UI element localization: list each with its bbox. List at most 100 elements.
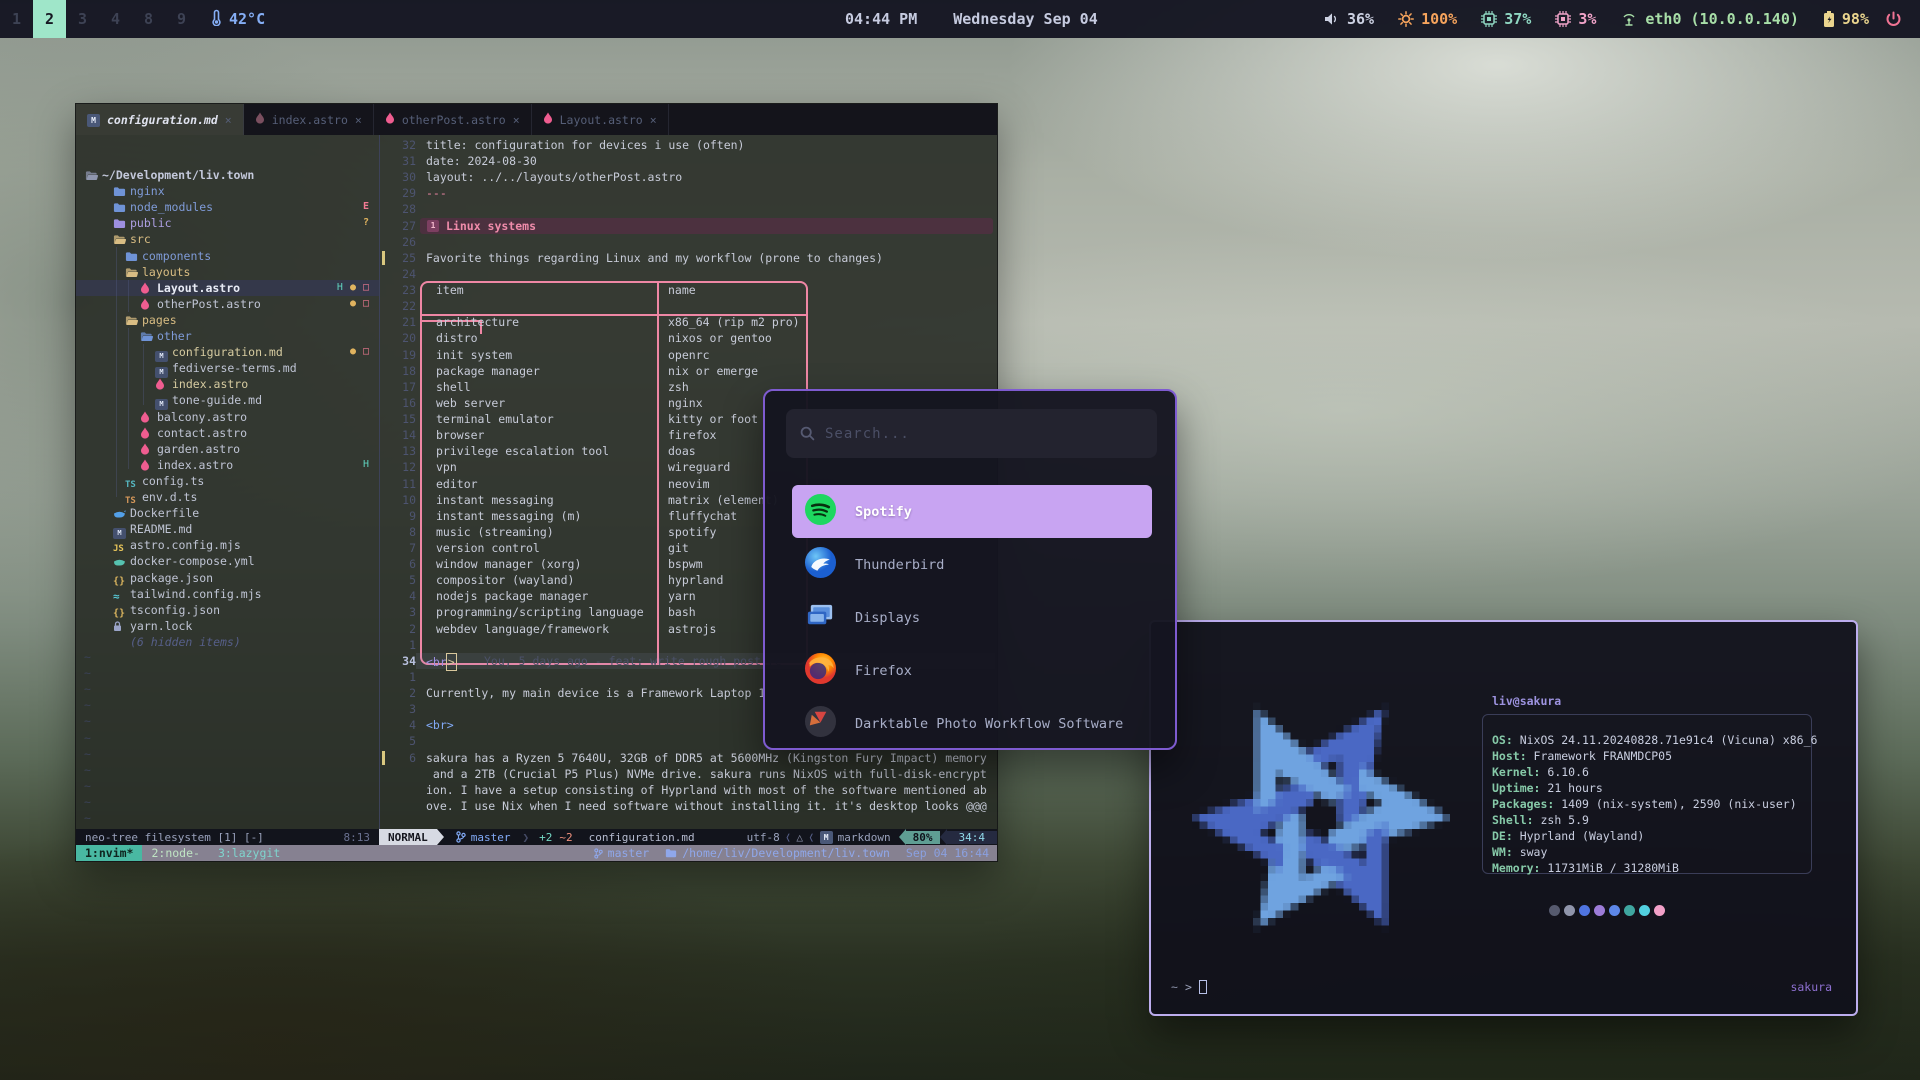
fetch-key: OS: xyxy=(1492,733,1513,747)
power-button[interactable] xyxy=(1885,11,1902,28)
line-number: 31 xyxy=(380,153,416,169)
fetch-row-uptime: Uptime: 21 hours xyxy=(1492,781,1848,795)
darktable-icon xyxy=(804,705,837,742)
tree-item-env.d.ts[interactable]: TSenv.d.ts xyxy=(76,489,379,505)
workspace-9[interactable]: 9 xyxy=(165,0,198,38)
fetch-title: liv@sakura xyxy=(1492,694,1561,708)
tree-item-dockercompose.yml[interactable]: docker-compose.yml xyxy=(76,553,379,569)
volume-icon xyxy=(1324,12,1340,26)
tab-close-icon[interactable]: × xyxy=(513,113,520,127)
editor-line: 29--- xyxy=(380,185,997,201)
line-number: 30 xyxy=(380,169,416,185)
launcher-item-displays[interactable]: Displays xyxy=(792,591,1152,644)
statusline-percent: 80% xyxy=(906,831,940,844)
git-blame-text: You, 5 days ago - feat: write rough post… xyxy=(484,653,782,669)
tree-item-yarn.lock[interactable]: yarn.lock xyxy=(76,618,379,634)
search-input[interactable]: Search... xyxy=(786,409,1157,458)
tree-item-layouts[interactable]: layouts xyxy=(76,264,379,280)
tree-item-config.ts[interactable]: TSconfig.ts xyxy=(76,473,379,489)
separator: ❬ xyxy=(780,831,797,844)
workspace-2[interactable]: 2 xyxy=(33,0,66,38)
tree-item-pages[interactable]: pages xyxy=(76,312,379,328)
table-cell: version control xyxy=(436,540,540,556)
tree-item-label: package.json xyxy=(130,570,213,586)
tree-item-components[interactable]: components xyxy=(76,248,379,264)
tree-item-garden.astro[interactable]: garden.astro xyxy=(76,441,379,457)
tree-item-otherPost.astro[interactable]: otherPost.astro●□ xyxy=(76,296,379,312)
prompt-char: > xyxy=(1185,980,1192,994)
tree-item-nginx[interactable]: nginx xyxy=(76,183,379,199)
empty-line-tilde: ~ xyxy=(84,666,91,680)
tree-item-label: pages xyxy=(142,312,177,328)
launcher-item-spotify[interactable]: Spotify xyxy=(792,485,1152,538)
color-dot xyxy=(1639,905,1650,916)
workspace-1[interactable]: 1 xyxy=(0,0,33,38)
tab-configuration.md[interactable]: Mconfiguration.md× xyxy=(76,104,244,135)
table-cell: neovim xyxy=(668,476,710,492)
tree-item-public[interactable]: public? xyxy=(76,215,379,231)
tmux-window-2:node-[interactable]: 2:node- xyxy=(142,845,208,861)
tmux-window-1:nvim*[interactable]: 1:nvim* xyxy=(76,845,142,861)
tree-item-6hiddenitems[interactable]: (6 hidden items) xyxy=(76,634,379,650)
tree-item-label: balcony.astro xyxy=(157,409,247,425)
table-cell: terminal emulator xyxy=(436,411,554,427)
tmux-window-3:lazygit[interactable]: 3:lazygit xyxy=(209,845,289,861)
table-cell: distro xyxy=(436,330,478,346)
tree-item-package.json[interactable]: {}package.json xyxy=(76,570,379,586)
window-title: sakura xyxy=(1790,980,1832,994)
launcher-item-thunderbird[interactable]: Thunderbird xyxy=(792,538,1152,591)
tree-item-contact.astro[interactable]: contact.astro xyxy=(76,425,379,441)
tab-close-icon[interactable]: × xyxy=(650,113,657,127)
module-value: eth0 (10.0.0.140) xyxy=(1645,10,1799,28)
workspace-8[interactable]: 8 xyxy=(132,0,165,38)
tree-item-README.md[interactable]: MREADME.md xyxy=(76,521,379,537)
buffer-text: title: configuration for devices i use (… xyxy=(426,137,745,153)
tree-item-balcony.astro[interactable]: balcony.astro xyxy=(76,409,379,425)
clock-time: 04:44 PM xyxy=(845,10,917,28)
tree-item-astro.config.mjs[interactable]: JSastro.config.mjs xyxy=(76,537,379,553)
fetch-row-wm: WM: sway xyxy=(1492,845,1848,859)
tree-item-index.astro[interactable]: index.astroH xyxy=(76,457,379,473)
tree-item-tailwind.config.mjs[interactable]: ≈tailwind.config.mjs xyxy=(76,586,379,602)
spotify-icon xyxy=(804,493,837,530)
tree-item-label: ~/Development/liv.town xyxy=(102,167,254,183)
buffer-text: ion. I have a setup consisting of Hyprla… xyxy=(426,782,987,798)
tab-index.astro[interactable]: index.astro× xyxy=(244,104,374,135)
tree-item-toneguide.md[interactable]: Mtone-guide.md xyxy=(76,392,379,408)
tree-item-Developmentliv.town[interactable]: ~/Development/liv.town xyxy=(76,167,379,183)
tree-item-Dockerfile[interactable]: Dockerfile xyxy=(76,505,379,521)
tree-item-nodemodules[interactable]: node_modulesE xyxy=(76,199,379,215)
tree-item-other[interactable]: other xyxy=(76,328,379,344)
tab-close-icon[interactable]: × xyxy=(355,113,362,127)
table-cell: wireguard xyxy=(668,459,730,475)
powerline-arrow xyxy=(940,829,947,845)
indent-guide xyxy=(143,344,144,405)
table-cell: zsh xyxy=(668,379,689,395)
tab-close-icon[interactable]: × xyxy=(225,113,232,127)
color-dot xyxy=(1564,905,1575,916)
tree-item-tsconfig.json[interactable]: {}tsconfig.json xyxy=(76,602,379,618)
buffer-text: <br> xyxy=(426,717,454,733)
file-tree: ~/Development/liv.townnginxnode_modulesE… xyxy=(76,135,379,829)
tab-Layout.astro[interactable]: Layout.astro× xyxy=(532,104,669,135)
launcher-item-firefox[interactable]: Firefox xyxy=(792,644,1152,697)
tab-label: configuration.md xyxy=(107,113,218,127)
tree-item-fediverseterms.md[interactable]: Mfediverse-terms.md xyxy=(76,360,379,376)
table-cell: shell xyxy=(436,379,471,395)
tree-item-label: env.d.ts xyxy=(142,489,197,505)
tree-item-configuration.md[interactable]: Mconfiguration.md●□ xyxy=(76,344,379,360)
tree-item-Layout.astro[interactable]: Layout.astroH●□ xyxy=(76,280,379,296)
table-cell: fluffychat xyxy=(668,508,737,524)
tab-otherPost.astro[interactable]: otherPost.astro× xyxy=(374,104,532,135)
tree-item-index.astro[interactable]: index.astro xyxy=(76,376,379,392)
gitsigns-change-mark xyxy=(382,751,385,765)
statusline-encoding: utf-8 xyxy=(747,831,780,844)
workspace-3[interactable]: 3 xyxy=(66,0,99,38)
table-cell: webdev language/framework xyxy=(436,621,609,637)
launcher-item-darktable[interactable]: Darktable Photo Workflow Software xyxy=(792,697,1152,750)
workspace-4[interactable]: 4 xyxy=(99,0,132,38)
tree-item-src[interactable]: src xyxy=(76,231,379,247)
editor-line: 25Favorite things regarding Linux and my… xyxy=(380,250,997,266)
fetch-value: 21 hours xyxy=(1540,781,1602,795)
editor-line: 19init systemopenrc xyxy=(380,347,997,363)
